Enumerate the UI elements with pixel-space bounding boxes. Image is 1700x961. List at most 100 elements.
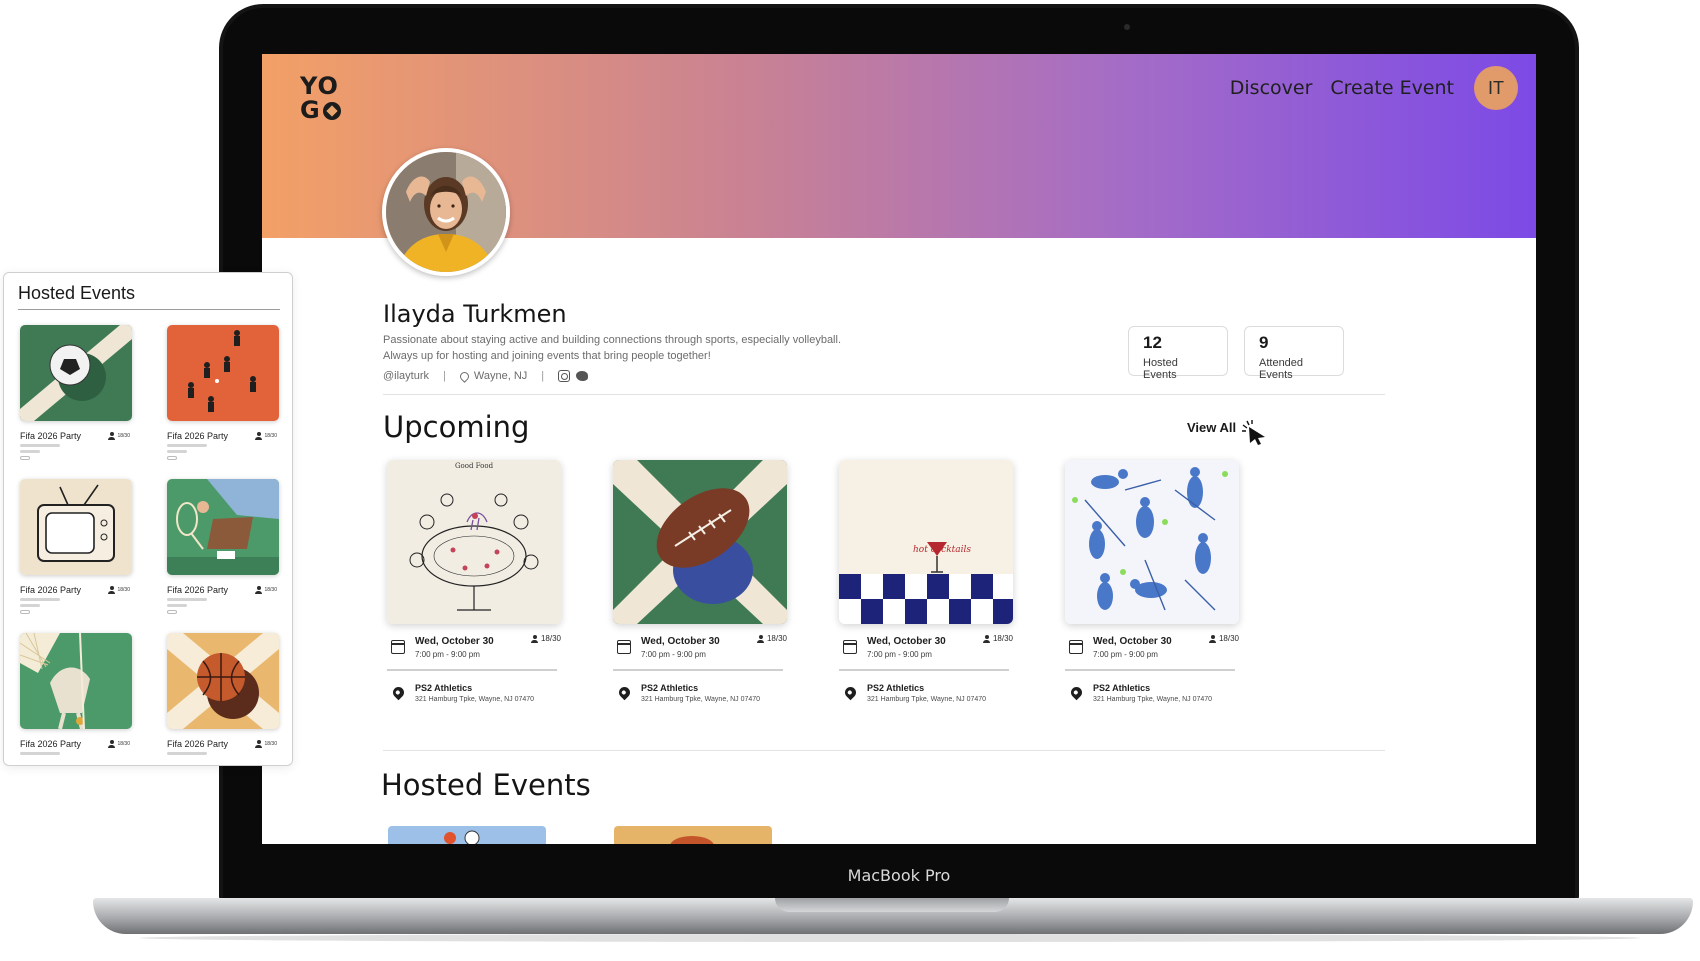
dinner-illustration: Good Food bbox=[387, 460, 561, 624]
hosted-event-tag bbox=[20, 456, 30, 460]
nav-discover[interactable]: Discover bbox=[1230, 77, 1313, 99]
hosted-event-item[interactable]: Fifa 2026 Party 18/30 bbox=[167, 325, 279, 460]
hosted-events-panel: Hosted Events Fifa 2026 Party 18/30 Fifa… bbox=[3, 272, 293, 766]
event-capacity-value: 18/30 bbox=[1218, 634, 1239, 643]
laptop-notch bbox=[775, 898, 1009, 912]
hosted-event-item[interactable]: Fifa 2026 Party 18/30 bbox=[20, 325, 132, 460]
stat-hosted-events[interactable]: 12 Hosted Events bbox=[1128, 326, 1228, 381]
view-all-link[interactable]: View All bbox=[1187, 420, 1236, 435]
person-icon bbox=[255, 432, 263, 440]
hosted-event-image-peek bbox=[444, 830, 480, 844]
hosted-event-item[interactable]: Fifa 2026 Party 18/30 bbox=[20, 479, 132, 614]
calendar-icon bbox=[843, 640, 857, 654]
meta-separator: | bbox=[443, 370, 446, 382]
players-illustration bbox=[167, 325, 279, 421]
profile-location: Wayne, NJ bbox=[473, 370, 528, 382]
cursor-click-icon bbox=[1242, 420, 1265, 445]
hosted-event-item[interactable]: Fifa 2026 Party 18/30 bbox=[20, 633, 132, 755]
person-icon bbox=[1208, 634, 1216, 643]
hosted-event-meta-line bbox=[167, 604, 187, 607]
profile-bio: Passionate about staying active and buil… bbox=[383, 332, 903, 364]
card-separator bbox=[839, 669, 1009, 671]
event-date: Wed, October 30 bbox=[641, 636, 720, 647]
tennis-racket-illustration bbox=[167, 479, 279, 575]
event-capacity: 18/30 bbox=[756, 634, 787, 643]
hosted-event-image bbox=[167, 325, 279, 421]
soccer-illustration bbox=[20, 325, 132, 421]
hosted-event-meta-line bbox=[167, 752, 207, 755]
hosted-event-image bbox=[167, 479, 279, 575]
logo-line-2: G bbox=[300, 96, 321, 124]
hosted-event-capacity-value: 18/30 bbox=[264, 587, 277, 593]
panel-title: Hosted Events bbox=[18, 283, 136, 303]
meta-separator: | bbox=[541, 370, 545, 382]
person-icon bbox=[982, 634, 990, 643]
ball-icon bbox=[322, 102, 341, 120]
hosted-event-card-peek[interactable] bbox=[614, 826, 772, 844]
person-icon bbox=[530, 634, 538, 643]
event-venue: PS2 Athletics bbox=[1093, 683, 1151, 693]
instagram-icon[interactable] bbox=[558, 370, 571, 382]
profile-name: Ilayda Turkmen bbox=[383, 300, 567, 328]
hosted-event-meta-line bbox=[167, 450, 187, 453]
social-links bbox=[558, 370, 589, 382]
hosted-event-meta-line bbox=[20, 598, 60, 601]
profile-handle[interactable]: @ilayturk bbox=[383, 370, 429, 382]
tv-illustration bbox=[20, 479, 132, 575]
person-icon bbox=[255, 586, 263, 594]
user-avatar-button[interactable]: IT bbox=[1474, 66, 1518, 110]
laptop-shadow bbox=[140, 934, 1640, 942]
event-address: 321 Hamburg Tpke, Wayne, NJ 07470 bbox=[415, 696, 535, 703]
event-address: 321 Hamburg Tpke, Wayne, NJ 07470 bbox=[867, 696, 987, 703]
hosted-event-image bbox=[167, 633, 279, 729]
person-icon bbox=[255, 740, 263, 748]
stat-hosted-value: 12 bbox=[1143, 333, 1162, 352]
person-icon bbox=[108, 740, 116, 748]
hosted-event-image-peek bbox=[670, 836, 714, 844]
event-capacity-value: 18/30 bbox=[766, 634, 787, 643]
hosted-event-capacity-value: 18/30 bbox=[117, 741, 130, 747]
hosted-event-capacity: 18/30 bbox=[108, 586, 130, 594]
app-logo[interactable]: YO G bbox=[300, 74, 350, 122]
twitter-icon[interactable] bbox=[576, 371, 589, 381]
event-image: Good Food bbox=[387, 460, 561, 624]
card-separator bbox=[613, 669, 783, 671]
event-capacity: 18/30 bbox=[1208, 634, 1239, 643]
panel-divider bbox=[18, 309, 280, 310]
location-pin-icon bbox=[458, 369, 471, 383]
hosted-event-capacity-value: 18/30 bbox=[264, 433, 277, 439]
hosted-event-meta-line bbox=[167, 598, 207, 601]
event-capacity: 18/30 bbox=[982, 634, 1013, 643]
event-date: Wed, October 30 bbox=[415, 636, 494, 647]
app-screen: YO G Discover Create Event IT Ilayda Tur… bbox=[262, 54, 1536, 844]
nav-create-event[interactable]: Create Event bbox=[1330, 77, 1454, 99]
map-pin-icon bbox=[1068, 684, 1085, 701]
event-card[interactable]: hot cocktails Wed, October 30 7:00 pm - … bbox=[839, 460, 1013, 703]
event-venue: PS2 Athletics bbox=[867, 683, 925, 693]
hosted-event-card-peek[interactable] bbox=[388, 826, 546, 844]
hosted-event-tag bbox=[167, 456, 177, 460]
event-card[interactable]: Wed, October 30 7:00 pm - 9:00 pm 18/30 … bbox=[1065, 460, 1239, 703]
bio-line-2: Always up for hosting and joining events… bbox=[383, 350, 711, 362]
hosted-event-image bbox=[20, 325, 132, 421]
event-address: 321 Hamburg Tpke, Wayne, NJ 07470 bbox=[641, 696, 761, 703]
badminton-illustration bbox=[20, 633, 132, 729]
hosted-event-item[interactable]: Fifa 2026 Party 18/30 bbox=[167, 479, 279, 614]
hosted-event-meta-line bbox=[20, 444, 60, 447]
section-divider bbox=[383, 394, 1385, 395]
event-card[interactable]: Good Food Wed, October 30 7:00 pm - 9:00… bbox=[387, 460, 561, 703]
event-card[interactable]: Wed, October 30 7:00 pm - 9:00 pm 18/30 … bbox=[613, 460, 787, 703]
stat-attended-events[interactable]: 9 Attended Events bbox=[1244, 326, 1344, 381]
hosted-event-meta-line bbox=[20, 604, 40, 607]
event-time: 7:00 pm - 9:00 pm bbox=[641, 650, 706, 659]
hosted-event-meta-line bbox=[20, 752, 60, 755]
profile-meta: @ilayturk | Wayne, NJ | bbox=[383, 369, 589, 383]
basketball-illustration bbox=[167, 633, 279, 729]
map-pin-icon bbox=[390, 684, 407, 701]
event-venue: PS2 Athletics bbox=[641, 683, 699, 693]
hosted-event-item[interactable]: Fifa 2026 Party 18/30 bbox=[167, 633, 279, 755]
top-nav: Discover Create Event IT bbox=[1230, 66, 1518, 110]
event-image bbox=[613, 460, 787, 624]
event-venue: PS2 Athletics bbox=[415, 683, 473, 693]
logo-line-1: YO bbox=[300, 72, 339, 100]
